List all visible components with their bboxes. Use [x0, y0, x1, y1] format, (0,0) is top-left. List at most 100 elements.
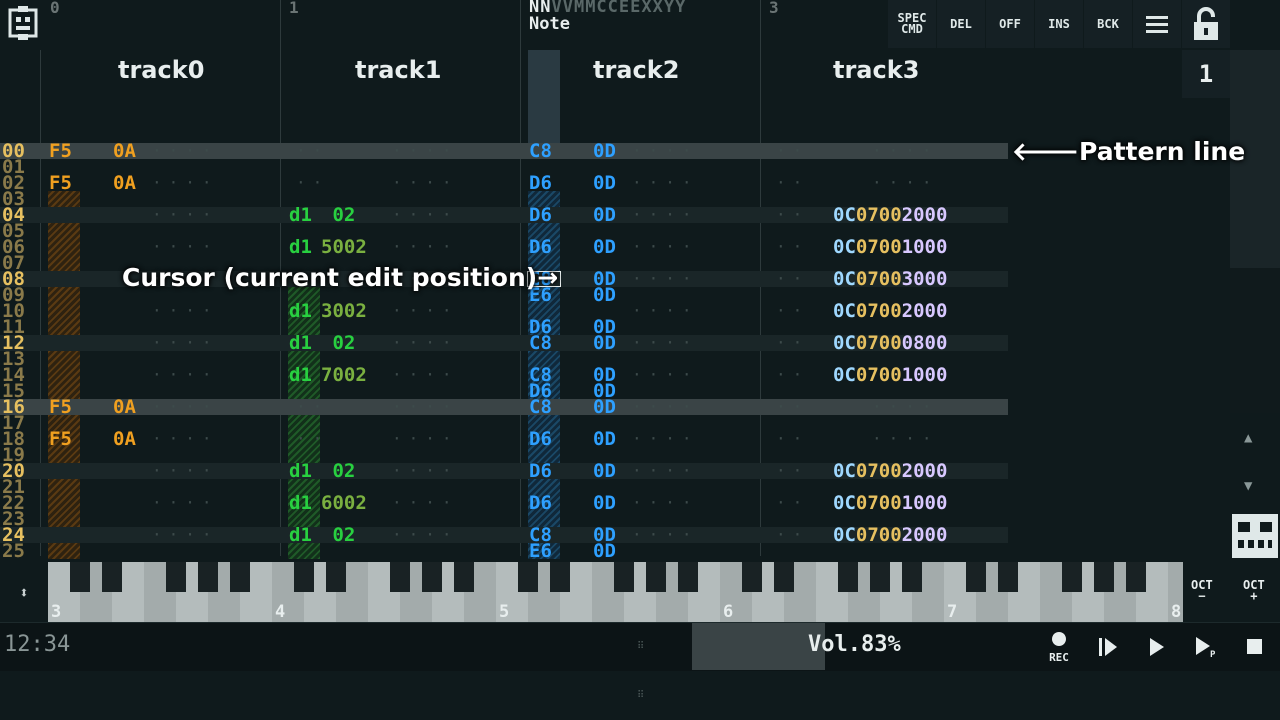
black-key[interactable] — [102, 562, 122, 592]
black-key[interactable] — [230, 562, 250, 592]
empty-dots: ·· — [296, 429, 330, 448]
empty-dots: ···· — [392, 173, 459, 192]
empty-dots: ·· — [776, 173, 810, 192]
black-key[interactable] — [838, 562, 858, 592]
effect-cell: 0C07003000 — [833, 268, 948, 290]
row-number: 01 — [2, 159, 25, 175]
row-number: 03 — [2, 191, 25, 207]
empty-dots: ·· — [296, 141, 330, 160]
row-number: 14 — [2, 367, 25, 383]
note-cell: D6 — [529, 460, 552, 482]
volume-label[interactable]: Vol.83% — [808, 632, 901, 657]
note-cell: d1 — [289, 524, 312, 546]
robot-icon[interactable] — [1230, 512, 1280, 560]
empty-dots: ···· — [632, 141, 699, 160]
note-cell: D6 — [529, 492, 552, 514]
effect-tail-strip — [288, 287, 320, 559]
black-key[interactable] — [1062, 562, 1082, 592]
empty-dots: ···· — [632, 269, 699, 288]
black-key[interactable] — [198, 562, 218, 592]
black-key[interactable] — [902, 562, 922, 592]
black-key[interactable] — [294, 562, 314, 592]
empty-dots: ·· — [776, 397, 810, 416]
empty-dots: ·· — [776, 269, 810, 288]
empty-dots: ···· — [872, 141, 939, 160]
note-cell: D6 — [529, 172, 552, 194]
empty-dots: ·· — [776, 525, 810, 544]
value-cell: 6002 — [321, 492, 367, 514]
play-pattern-icon[interactable]: P — [1187, 628, 1225, 666]
value-cell: 0D — [593, 236, 616, 258]
octave-down-button[interactable]: OCT − — [1191, 579, 1213, 602]
empty-dots: ···· — [152, 141, 219, 160]
keyboard-resize-icon[interactable]: ⬍ — [0, 562, 48, 622]
step-size-indicator[interactable]: 1 — [1182, 50, 1230, 98]
octave-up-button[interactable]: OCT + — [1243, 579, 1265, 602]
value-cell: 0D — [593, 428, 616, 450]
volume-bar-fill[interactable] — [692, 623, 825, 670]
divider-grip-icon: ⠿ — [637, 641, 645, 652]
empty-dots: ···· — [392, 397, 459, 416]
empty-dots: ·· — [776, 429, 810, 448]
empty-dots: ···· — [152, 333, 219, 352]
black-key[interactable] — [774, 562, 794, 592]
row-number: 24 — [2, 527, 25, 543]
black-key[interactable] — [518, 562, 538, 592]
black-key[interactable] — [70, 562, 90, 592]
empty-dots: ···· — [152, 237, 219, 256]
note-cell: D6 — [529, 236, 552, 258]
black-key[interactable] — [390, 562, 410, 592]
bck-button[interactable]: BCK — [1084, 0, 1132, 48]
piano-keyboard[interactable]: 3 4 5 6 7 8 — [48, 562, 1201, 622]
black-key[interactable] — [166, 562, 186, 592]
black-key[interactable] — [454, 562, 474, 592]
black-key[interactable] — [614, 562, 634, 592]
ins-button[interactable]: INS — [1035, 0, 1083, 48]
note-cell: D6 — [529, 204, 552, 226]
row-number: 08 — [2, 271, 25, 287]
octave-label: 7 — [947, 602, 958, 622]
empty-dots: ·· — [296, 397, 330, 416]
menu-icon[interactable] — [1133, 0, 1181, 48]
black-key[interactable] — [326, 562, 346, 592]
value-cell: 0D — [593, 540, 616, 561]
stop-icon[interactable] — [1236, 628, 1274, 666]
note-cell: d1 — [289, 332, 312, 354]
empty-dots: ···· — [632, 301, 699, 320]
unlock-icon[interactable] — [1182, 0, 1230, 48]
black-key[interactable] — [422, 562, 442, 592]
black-key[interactable] — [550, 562, 570, 592]
black-key[interactable] — [678, 562, 698, 592]
value-cell: 0D — [593, 332, 616, 354]
black-key[interactable] — [742, 562, 762, 592]
note-cell: d1 — [289, 364, 312, 386]
scroll-down-icon[interactable]: ▼ — [1244, 478, 1252, 494]
row-number: 23 — [2, 511, 25, 527]
empty-dots: ···· — [152, 397, 219, 416]
effect-cell: 0C07002000 — [833, 204, 948, 226]
black-key[interactable] — [966, 562, 986, 592]
row-number: 18 — [2, 431, 25, 447]
octave-label: 8 — [1171, 602, 1182, 622]
empty-dots: ·· — [776, 461, 810, 480]
row-number: 19 — [2, 447, 25, 463]
effect-cell: 0C07001000 — [833, 364, 948, 386]
black-key[interactable] — [1094, 562, 1114, 592]
empty-dots: ···· — [152, 493, 219, 512]
octave-label: 3 — [51, 602, 62, 622]
scroll-up-icon[interactable]: ▲ — [1244, 430, 1252, 446]
empty-dots: ···· — [632, 397, 699, 416]
black-key[interactable] — [870, 562, 890, 592]
black-key[interactable] — [646, 562, 666, 592]
play-icon[interactable] — [1138, 628, 1176, 666]
note-cell: d1 — [289, 300, 312, 322]
row-number: 16 — [2, 399, 25, 415]
empty-dots: ···· — [632, 429, 699, 448]
empty-dots: ···· — [392, 237, 459, 256]
black-key[interactable] — [1126, 562, 1146, 592]
black-key[interactable] — [998, 562, 1018, 592]
record-button[interactable]: REC — [1040, 628, 1078, 666]
step-play-icon[interactable] — [1089, 628, 1127, 666]
value-cell: 0A — [113, 172, 136, 194]
empty-dots: ···· — [632, 333, 699, 352]
